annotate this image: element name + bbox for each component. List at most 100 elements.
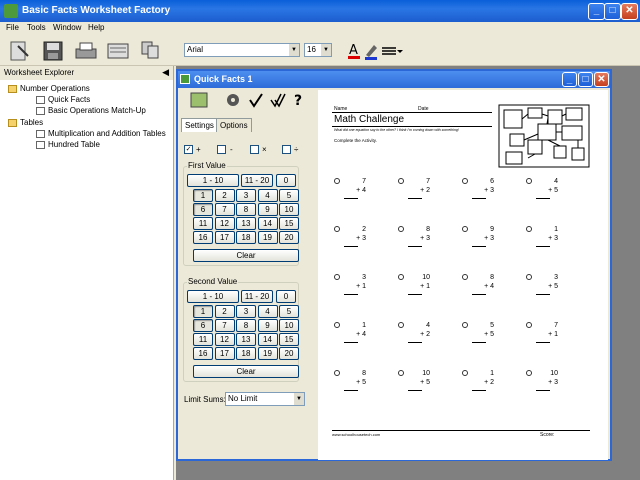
first-value-number-button[interactable]: 12 [214,217,235,230]
print-icon[interactable] [74,40,98,62]
tab-options[interactable]: Options [216,118,252,132]
second-value-number-button[interactable]: 2 [214,305,235,318]
first-value-number-button[interactable]: 4 [257,189,278,202]
second-value-number-button[interactable]: 7 [214,319,235,332]
minimize-button[interactable]: _ [588,3,605,20]
save-icon[interactable] [42,40,66,62]
gear-icon[interactable] [224,92,242,108]
first-value-range-button[interactable]: 11 - 20 [241,174,273,187]
second-value-range-button[interactable]: 0 [276,290,296,303]
first-value-number-button[interactable]: 14 [257,217,278,230]
first-value-number-button[interactable]: 13 [236,217,256,230]
chevron-down-icon[interactable]: ▼ [294,393,304,405]
first-value-label: First Value [187,161,227,170]
first-value-number-button[interactable]: 10 [279,203,299,216]
op-sub-checkbox[interactable] [217,145,226,154]
answer-line [408,294,422,295]
op-div-checkbox[interactable] [282,145,291,154]
problem-bottom: + 1 [356,283,366,290]
problem-top: 7 [426,178,430,185]
second-value-number-button[interactable]: 12 [214,333,235,346]
second-value-number-button[interactable]: 20 [279,347,299,360]
first-value-number-button[interactable]: 20 [279,231,299,244]
first-value-number-button[interactable]: 7 [214,203,235,216]
second-value-number-button[interactable]: 16 [193,347,213,360]
font-size-select[interactable]: 16 ▼ [304,43,332,57]
new-worksheet-icon[interactable] [8,40,32,62]
tree-item-quick-facts[interactable]: Quick Facts [36,95,90,104]
first-value-number-button[interactable]: 15 [279,217,299,230]
second-value-number-button[interactable]: 1 [193,305,213,318]
line-style-icon[interactable] [380,40,404,62]
tree-item-number-operations[interactable]: Number Operations [8,84,90,93]
pages-icon[interactable] [140,40,164,62]
first-value-number-button[interactable]: 9 [257,203,278,216]
op-mul-checkbox[interactable] [250,145,259,154]
problem-top: 10 [550,370,558,377]
help-icon[interactable]: ? [293,91,305,109]
menu-tools[interactable]: Tools [27,23,46,32]
first-value-number-button[interactable]: 1 [193,189,213,202]
second-value-number-button[interactable]: 19 [257,347,278,360]
page-setup-icon[interactable] [106,40,130,62]
tree-item-mult-tables[interactable]: Multiplication and Addition Tables [36,129,166,138]
tab-settings[interactable]: Settings [181,118,218,132]
font-family-select[interactable]: Arial ▼ [184,43,300,57]
problem-top: 10 [422,274,430,281]
menu-help[interactable]: Help [88,23,104,32]
second-value-number-button[interactable]: 5 [279,305,299,318]
second-value-number-button[interactable]: 10 [279,319,299,332]
first-value-number-button[interactable]: 2 [214,189,235,202]
first-value-number-button[interactable]: 11 [193,217,213,230]
double-check-icon[interactable] [270,91,286,109]
first-value-number-button[interactable]: 6 [193,203,213,216]
first-value-number-button[interactable]: 8 [236,203,256,216]
op-add-checkbox[interactable]: ✓ [184,145,193,154]
first-value-number-button[interactable]: 18 [236,231,256,244]
tree-item-tables[interactable]: Tables [8,118,43,127]
menu-file[interactable]: File [6,23,19,32]
tree-item-hundred-table[interactable]: Hundred Table [36,140,100,149]
chevron-down-icon[interactable]: ▼ [289,44,299,56]
second-value-number-button[interactable]: 17 [214,347,235,360]
collapse-icon[interactable]: ◀ [162,67,169,78]
chevron-down-icon[interactable]: ▼ [321,44,331,56]
second-value-number-button[interactable]: 9 [257,319,278,332]
second-value-number-button[interactable]: 14 [257,333,278,346]
second-value-number-button[interactable]: 11 [193,333,213,346]
second-value-number-button[interactable]: 15 [279,333,299,346]
first-value-range-button[interactable]: 1 - 10 [187,174,239,187]
child-maximize-button[interactable]: □ [578,72,593,87]
first-value-range-button[interactable]: 0 [276,174,296,187]
problem-bottom: + 5 [484,331,494,338]
close-button[interactable]: ✕ [621,3,638,20]
limit-sums-select[interactable]: No Limit ▼ [225,392,305,406]
maximize-button[interactable]: □ [604,3,621,20]
child-close-button[interactable]: ✕ [594,72,609,87]
second-value-number-button[interactable]: 4 [257,305,278,318]
second-value-range-button[interactable]: 1 - 10 [187,290,239,303]
check-icon[interactable] [248,91,264,109]
tree-label: Hundred Table [48,140,100,149]
first-value-number-button[interactable]: 19 [257,231,278,244]
menu-window[interactable]: Window [53,23,81,32]
first-value-clear-button[interactable]: Clear [193,249,299,262]
second-value-number-button[interactable]: 6 [193,319,213,332]
tree-item-match-up[interactable]: Basic Operations Match-Up [36,106,146,115]
document-icon [36,129,45,138]
child-minimize-button[interactable]: _ [562,72,577,87]
second-value-number-button[interactable]: 18 [236,347,256,360]
second-value-range-button[interactable]: 11 - 20 [241,290,273,303]
first-value-number-button[interactable]: 17 [214,231,235,244]
problem-top: 3 [362,274,366,281]
tree-label: Basic Operations Match-Up [48,106,146,115]
second-value-number-button[interactable]: 3 [236,305,256,318]
footer-url: www.schoolhousetech.com [332,432,381,437]
second-value-number-button[interactable]: 8 [236,319,256,332]
second-value-clear-button[interactable]: Clear [193,365,299,378]
generate-icon[interactable] [190,92,208,108]
first-value-number-button[interactable]: 16 [193,231,213,244]
first-value-number-button[interactable]: 5 [279,189,299,202]
first-value-number-button[interactable]: 3 [236,189,256,202]
second-value-number-button[interactable]: 13 [236,333,256,346]
